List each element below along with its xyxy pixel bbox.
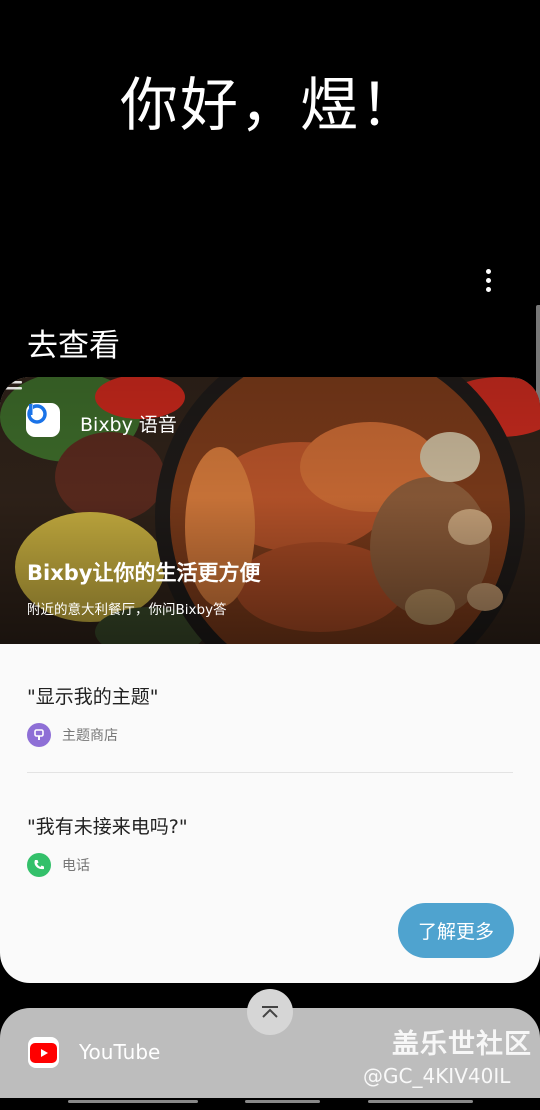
bixby-voice-card[interactable]: Bixby 语音 Bixby让你的生活更方便 附近的意大利餐厅，你问Bixby答… <box>0 377 540 983</box>
chevron-up-icon <box>262 1006 278 1018</box>
hero-subtitle: 附近的意大利餐厅，你问Bixby答 <box>27 602 227 618</box>
example-command-calls[interactable]: "我有未接来电吗?" 电话 <box>27 812 188 877</box>
greeting-title: 你好，煜！ <box>119 71 420 139</box>
section-title: 去查看 <box>27 328 120 364</box>
nav-home-indicator[interactable] <box>245 1100 320 1103</box>
example-command-theme[interactable]: "显示我的主题" 主题商店 <box>27 682 158 747</box>
nav-back-indicator[interactable] <box>368 1100 473 1103</box>
hero-banner: Bixby 语音 Bixby让你的生活更方便 附近的意大利餐厅，你问Bixby答 <box>0 377 540 644</box>
example-query: "显示我的主题" <box>27 686 159 708</box>
phone-icon <box>27 853 51 877</box>
youtube-icon <box>28 1037 59 1068</box>
hero-title: Bixby让你的生活更方便 <box>27 561 261 585</box>
collapse-button[interactable] <box>247 989 293 1035</box>
watermark-text: 盖乐世社区 <box>392 1029 532 1060</box>
learn-more-button[interactable]: 了解更多 <box>398 903 514 958</box>
more-options-button[interactable] <box>476 265 500 295</box>
nav-recents-indicator[interactable] <box>68 1100 198 1103</box>
watermark-handle: @GC_4KIV40IL <box>363 1064 511 1088</box>
divider <box>27 772 513 773</box>
example-query: "我有未接来电吗?" <box>27 816 188 838</box>
bixby-logo-icon <box>26 403 60 437</box>
reorder-icon[interactable] <box>0 377 26 397</box>
card-app-name: Bixby 语音 <box>80 414 177 436</box>
theme-store-icon <box>27 723 51 747</box>
youtube-card-title: YouTube <box>79 1040 161 1064</box>
example-app-name: 电话 <box>62 858 90 874</box>
example-app-name: 主题商店 <box>62 728 118 744</box>
